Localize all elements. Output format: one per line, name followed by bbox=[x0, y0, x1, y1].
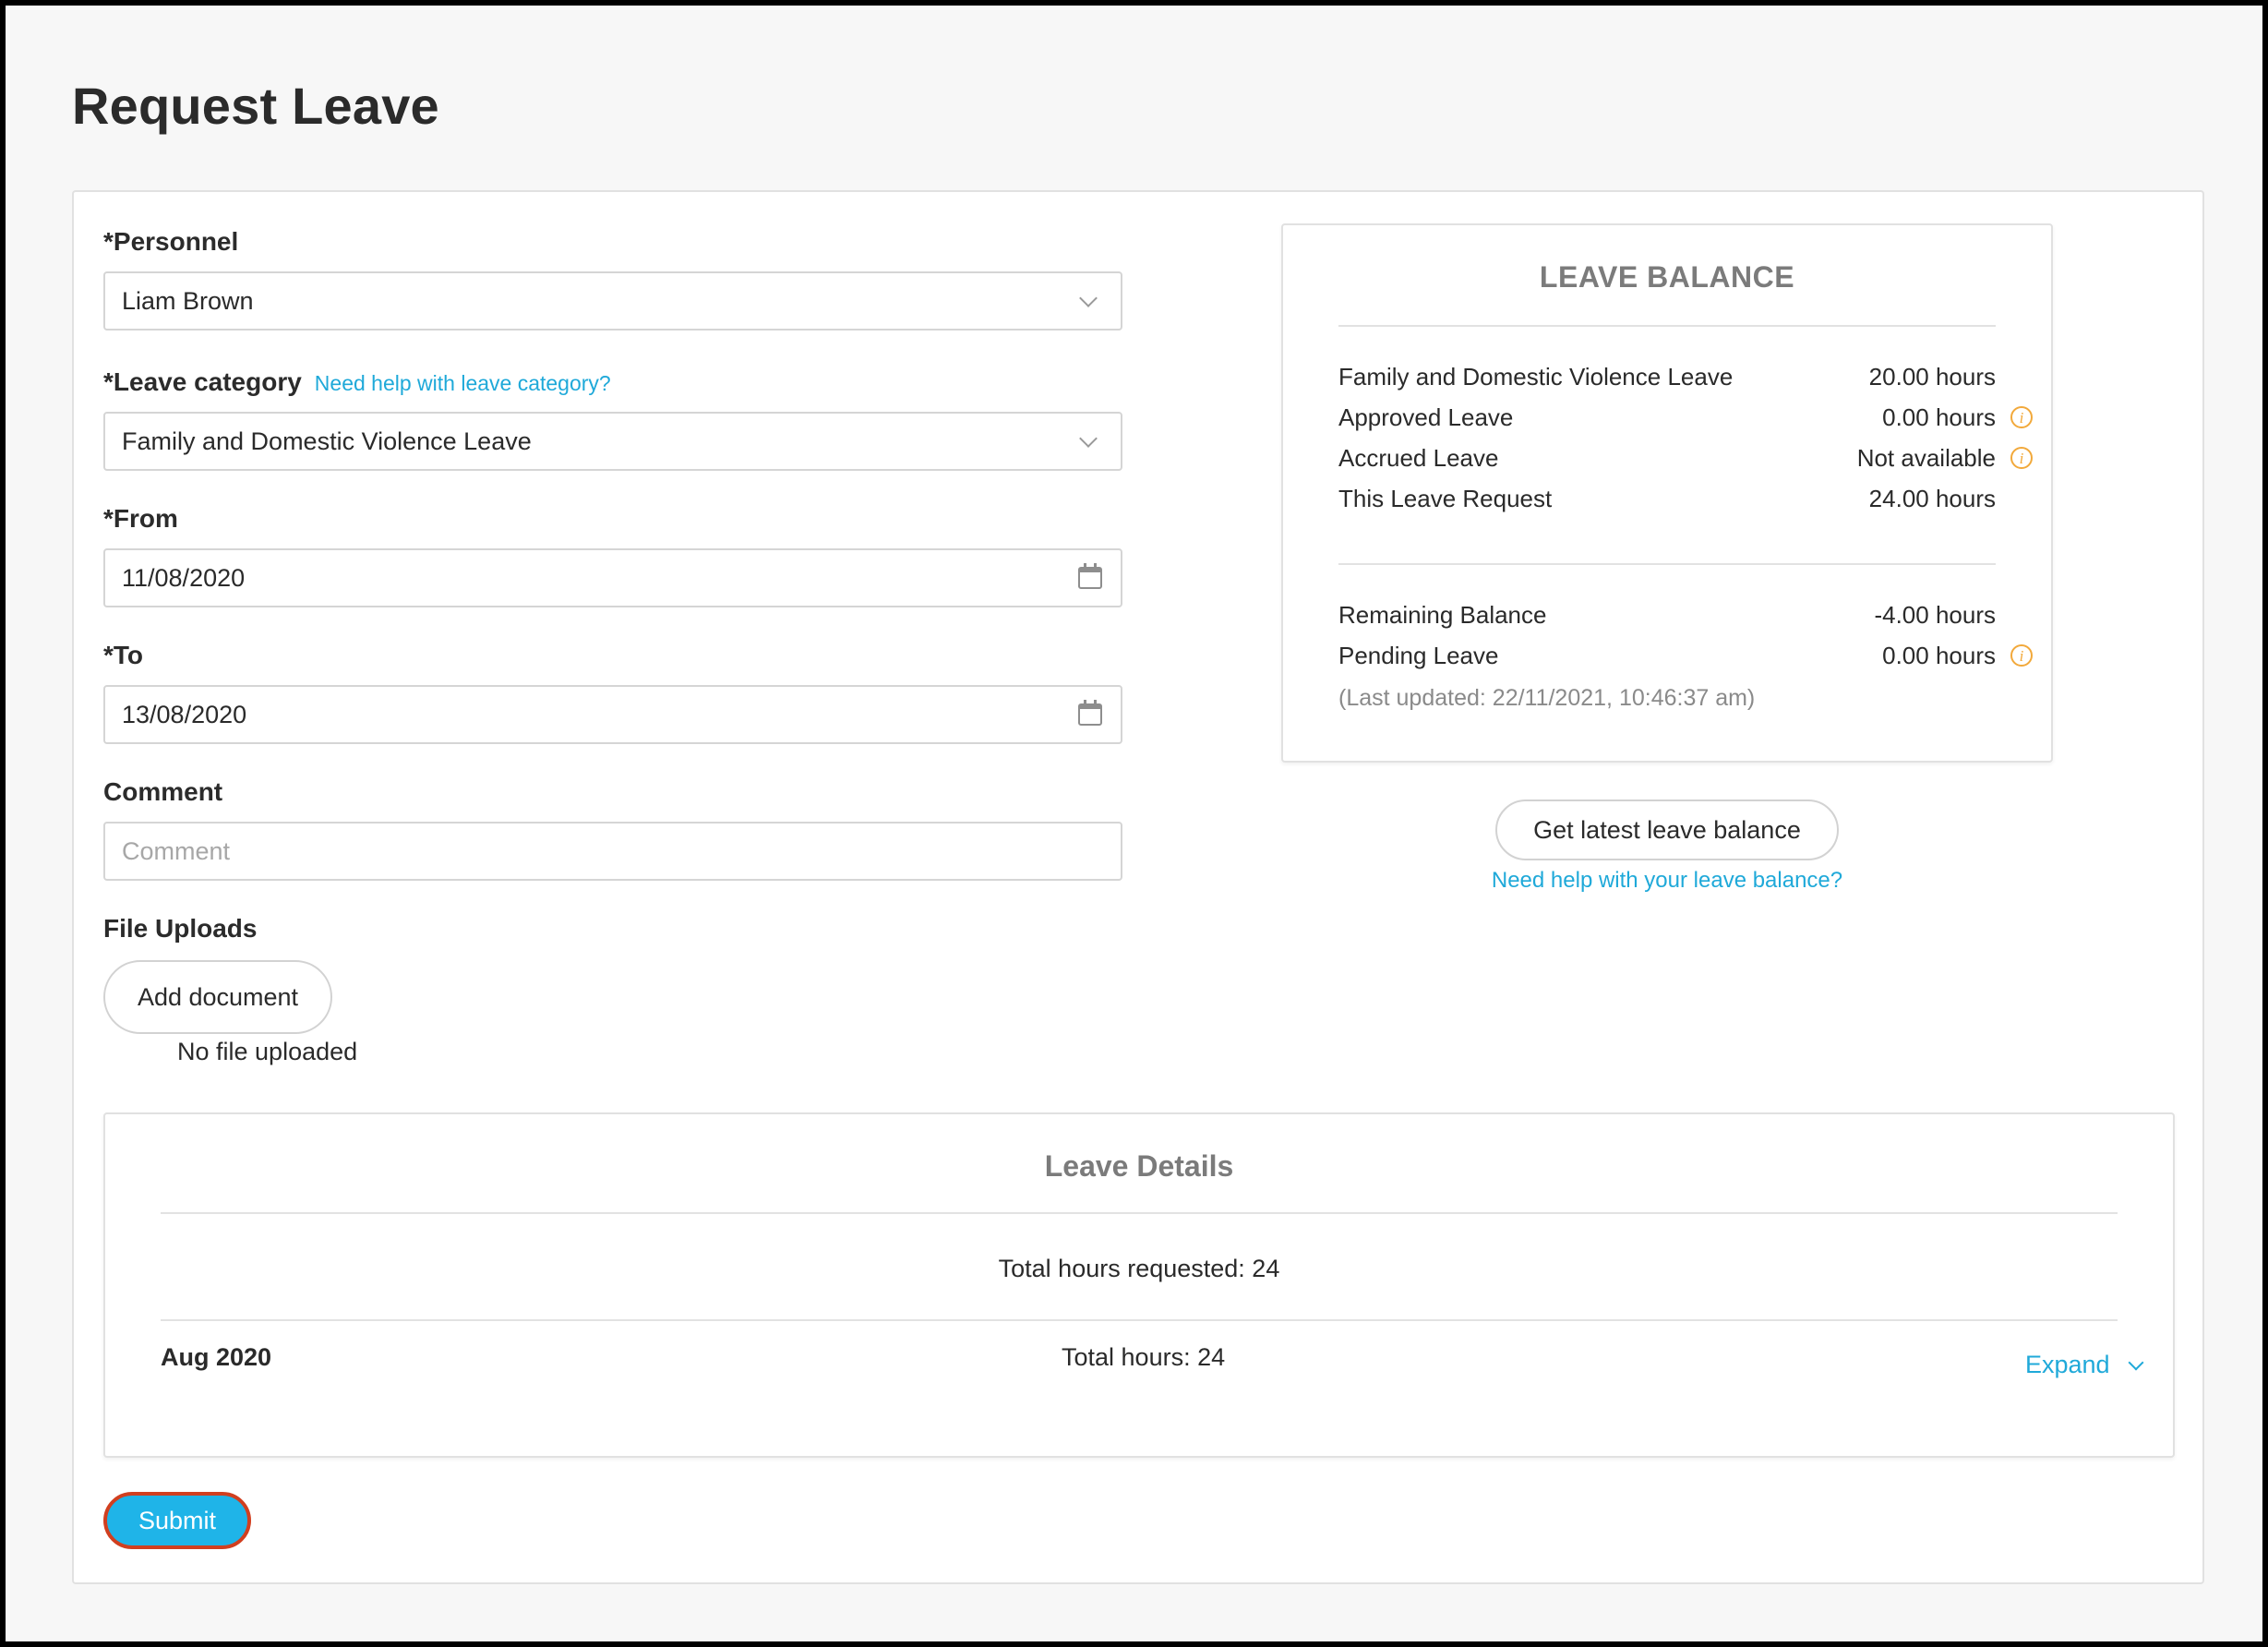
balance-row-label: Family and Domestic Violence Leave bbox=[1338, 362, 1734, 391]
divider bbox=[161, 1319, 2118, 1321]
balance-summary-row: Remaining Balance -4.00 hours bbox=[1338, 596, 1996, 633]
get-latest-balance-button[interactable]: Get latest leave balance bbox=[1495, 799, 1839, 860]
leave-category-select[interactable]: Family and Domestic Violence Leave bbox=[103, 412, 1122, 471]
balance-summary-row: Pending Leave 0.00 hours bbox=[1338, 637, 1996, 674]
expand-label: Expand bbox=[2025, 1351, 2110, 1378]
comment-placeholder: Comment bbox=[122, 836, 231, 865]
personnel-select[interactable]: Liam Brown bbox=[103, 271, 1122, 331]
total-hours-requested: Total hours requested: 24 bbox=[998, 1255, 1280, 1282]
request-leave-card: *Personnel Liam Brown *Leave category Nee… bbox=[72, 190, 2204, 1584]
app-window: Request Leave *Personnel Liam Brown *Lea… bbox=[0, 0, 2268, 1647]
balance-row-label: Accrued Leave bbox=[1338, 443, 1499, 472]
balance-row-label: Pending Leave bbox=[1338, 641, 1499, 669]
leave-balance-panel: LEAVE BALANCE Family and Domestic Violen… bbox=[1281, 223, 2053, 763]
balance-row: Accrued Leave Not available bbox=[1338, 439, 1996, 476]
divider bbox=[161, 1212, 2118, 1214]
balance-row-value: 0.00 hours bbox=[1882, 403, 1996, 431]
divider bbox=[1338, 563, 1996, 565]
balance-row-value: -4.00 hours bbox=[1874, 600, 1996, 629]
balance-row-label: Approved Leave bbox=[1338, 403, 1514, 431]
chevron-down-icon bbox=[1079, 289, 1098, 307]
comment-label: Comment bbox=[103, 777, 223, 806]
balance-row: This Leave Request 24.00 hours bbox=[1338, 480, 1996, 517]
chevron-down-icon bbox=[2128, 1354, 2144, 1370]
to-date-value: 13/08/2020 bbox=[122, 700, 247, 728]
personnel-label: *Personnel bbox=[103, 227, 239, 256]
leave-category-help-link[interactable]: Need help with leave category? bbox=[315, 371, 611, 395]
balance-row: Family and Domestic Violence Leave 20.00… bbox=[1338, 358, 1996, 395]
balance-row-value: 24.00 hours bbox=[1868, 484, 1996, 512]
balance-row-value: Not available bbox=[1856, 443, 1996, 472]
file-uploads-label: File Uploads bbox=[103, 914, 258, 943]
personnel-value: Liam Brown bbox=[122, 286, 254, 315]
month-label: Aug 2020 bbox=[161, 1343, 272, 1371]
leave-category-label: *Leave category bbox=[103, 367, 302, 396]
leave-category-value: Family and Domestic Violence Leave bbox=[122, 427, 532, 455]
chevron-down-icon bbox=[1079, 429, 1098, 448]
info-icon[interactable]: i bbox=[2010, 644, 2033, 667]
from-label: *From bbox=[103, 504, 178, 533]
page-title: Request Leave bbox=[72, 77, 439, 135]
balance-row: Approved Leave 0.00 hours bbox=[1338, 399, 1996, 436]
balance-row-value: 20.00 hours bbox=[1868, 362, 1996, 391]
leave-balance-help-link[interactable]: Need help with your leave balance? bbox=[1281, 868, 2053, 894]
add-document-button[interactable]: Add document bbox=[103, 960, 332, 1034]
to-date-input[interactable]: 13/08/2020 bbox=[103, 685, 1122, 744]
balance-row-label: This Leave Request bbox=[1338, 484, 1553, 512]
calendar-icon[interactable] bbox=[1078, 700, 1102, 726]
balance-row-label: Remaining Balance bbox=[1338, 600, 1547, 629]
month-total-hours: Total hours: 24 bbox=[1062, 1343, 1226, 1371]
calendar-icon[interactable] bbox=[1078, 563, 1102, 589]
leave-details-panel: Leave Details Total hours requested: 24 … bbox=[103, 1112, 2175, 1458]
comment-input[interactable]: Comment bbox=[103, 822, 1122, 881]
expand-toggle[interactable]: Expand bbox=[2025, 1351, 2144, 1379]
info-icon[interactable]: i bbox=[2010, 406, 2033, 428]
leave-balance-title: LEAVE BALANCE bbox=[1539, 260, 1795, 294]
leave-category-label-row: *Leave category Need help with leave cate… bbox=[103, 367, 611, 397]
divider bbox=[1338, 325, 1996, 327]
file-upload-status: No file uploaded bbox=[177, 1038, 358, 1065]
last-updated-text: (Last updated: 22/11/2021, 10:46:37 am) bbox=[1338, 685, 1756, 711]
info-icon[interactable]: i bbox=[2010, 447, 2033, 469]
from-date-value: 11/08/2020 bbox=[122, 563, 246, 592]
leave-details-title: Leave Details bbox=[1044, 1149, 1234, 1183]
to-label: *To bbox=[103, 641, 144, 669]
from-date-input[interactable]: 11/08/2020 bbox=[103, 548, 1122, 607]
balance-row-value: 0.00 hours bbox=[1882, 641, 1996, 669]
submit-button[interactable]: Submit bbox=[103, 1492, 251, 1549]
